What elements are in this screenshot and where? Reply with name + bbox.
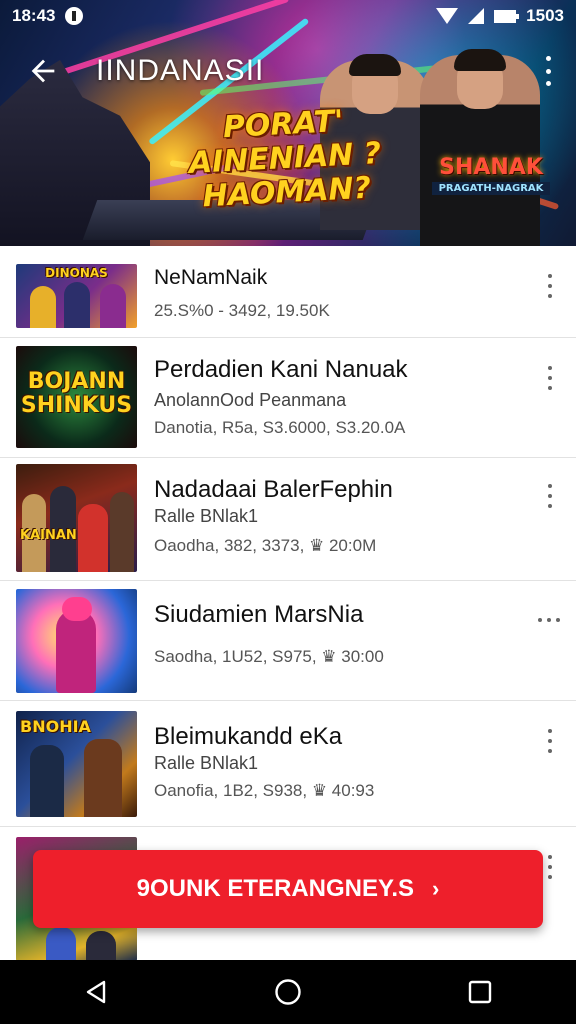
item-more-button[interactable] [540, 855, 560, 879]
item-title: Siudamien MarsNia [154, 601, 364, 628]
banner-headline: PORAT' AINENIAN ?HAOMAN? [187, 103, 382, 215]
more-vertical-icon [548, 366, 552, 370]
item-more-button[interactable] [540, 484, 560, 508]
thumbnail-title: KAINAN [20, 528, 77, 543]
system-nav-bar [0, 960, 576, 1024]
item-subtitle: Ralle BNlak1 [154, 506, 259, 526]
item-meta: 25.S%0 - 3492, 19.50K [154, 301, 330, 320]
item-thumbnail: BOJANN SHINKUS [16, 346, 137, 448]
status-bar: 18:43 1503 [0, 0, 576, 32]
status-time: 18:43 [12, 6, 56, 25]
circle-home-icon [275, 979, 301, 1005]
wifi-icon [436, 8, 459, 24]
item-title: Nadadaai BalerFephin [154, 476, 393, 503]
item-meta: Oanofia, 1B2, S938, ♛ 40:93 [154, 781, 375, 800]
list-item[interactable]: DINONAS NeNamNaik 25.S%0 - 3492, 19.50K [0, 246, 576, 338]
list-item[interactable]: BOJANN SHINKUS Perdadien Kani Nanuak Ano… [0, 338, 576, 458]
app-title: IINDANASII [96, 54, 265, 87]
item-title: Perdadien Kani Nanuak [154, 356, 408, 383]
banner-logo-title: SHANAK [439, 155, 543, 180]
item-meta: Oaodha, 382, 3373, ♛ 20:0M [154, 536, 377, 555]
notification-icon [65, 7, 84, 25]
more-vertical-icon [545, 56, 551, 61]
item-thumbnail [16, 589, 137, 693]
cta-label: 9OUNK ETERANGNEY.S [136, 875, 415, 902]
battery-icon [494, 9, 520, 23]
nav-back-button[interactable] [76, 972, 116, 1012]
more-vertical-icon [548, 484, 552, 488]
item-subtitle: Ralle BNlak1 [154, 753, 259, 773]
signal-icon [468, 8, 485, 24]
cta-button[interactable]: 9OUNK ETERANGNEY.S › [33, 850, 543, 928]
overflow-menu-button[interactable] [538, 56, 558, 86]
nav-home-button[interactable] [268, 972, 308, 1012]
item-thumbnail: KAINAN [16, 464, 137, 572]
thumbnail-title: BOJANN SHINKUS [20, 369, 133, 418]
item-title: Bleimukandd eKa [154, 723, 343, 750]
more-horizontal-icon [538, 618, 542, 622]
back-button[interactable] [26, 54, 60, 88]
item-thumbnail: DINONAS [16, 264, 137, 328]
item-more-button[interactable] [540, 729, 560, 753]
item-meta: Danotia, R5a, S3.6000, S3.20.0A [154, 418, 406, 437]
status-battery-text: 1503 [526, 6, 564, 25]
arrow-left-icon [31, 59, 55, 83]
thumbnail-title: BNOHIA [20, 717, 91, 736]
nav-recent-button[interactable] [460, 972, 500, 1012]
triangle-back-icon [86, 980, 106, 1004]
chevron-right-icon: › [432, 876, 440, 901]
thumbnail-title: DINONAS [45, 266, 108, 280]
banner-logo: SHANAK PRAGATH-NAGRAK [432, 155, 550, 195]
more-vertical-icon [548, 729, 552, 733]
banner-logo-subtitle: PRAGATH-NAGRAK [432, 182, 550, 195]
item-more-button[interactable] [540, 274, 560, 298]
item-title: NeNamNaik [154, 266, 268, 289]
header-banner: PORAT' AINENIAN ?HAOMAN? SHANAK PRAGATH-… [0, 0, 576, 246]
item-more-button[interactable] [538, 617, 560, 623]
character-illustration [420, 49, 540, 246]
item-thumbnail: BNOHIA [16, 711, 137, 817]
square-recent-icon [468, 980, 492, 1004]
list-item[interactable]: KAINAN Nadadaai BalerFephin Ralle BNlak1… [0, 458, 576, 581]
item-meta: Saodha, 1U52, S975, ♛ 30:00 [154, 647, 384, 666]
more-vertical-icon [548, 855, 552, 859]
list-item[interactable]: BNOHIA Bleimukandd eKa Ralle BNlak1 Oano… [0, 701, 576, 827]
more-vertical-icon [548, 274, 552, 278]
item-more-button[interactable] [540, 366, 560, 390]
list-item[interactable]: Siudamien MarsNia Saodha, 1U52, S975, ♛ … [0, 581, 576, 701]
item-subtitle: AnolannOod Peanmana [154, 390, 347, 410]
